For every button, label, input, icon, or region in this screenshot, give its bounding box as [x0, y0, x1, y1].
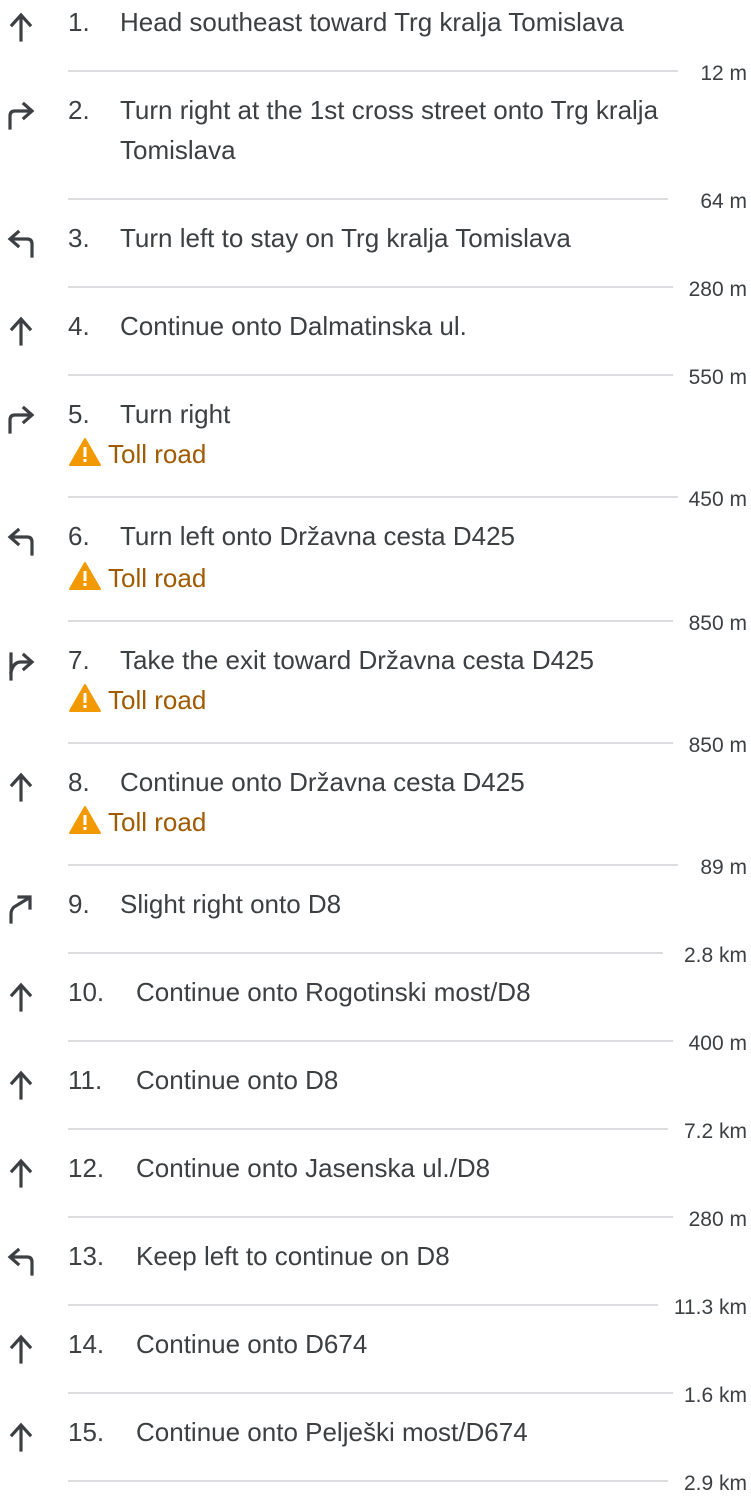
- step-divider: [68, 70, 678, 72]
- step-number: 15.: [68, 1417, 105, 1447]
- step-number: 13.: [68, 1241, 105, 1271]
- toll-road-warning: Toll road: [68, 680, 206, 720]
- step-divider: [68, 1392, 673, 1394]
- step-number: 10.: [68, 977, 105, 1007]
- step-number: 14.: [68, 1329, 105, 1359]
- step-divider: [68, 742, 673, 744]
- toll-road-warning: Toll road: [68, 802, 206, 842]
- straight-arrow-icon: [4, 10, 38, 44]
- step-divider: [68, 864, 678, 866]
- straight-arrow-icon: [4, 1156, 38, 1190]
- slight-right-arrow-icon: [4, 892, 38, 926]
- straight-arrow-icon: [4, 770, 38, 804]
- step-number: 5.: [68, 399, 90, 429]
- step-instruction: Continue onto D674: [136, 1329, 368, 1359]
- step-distance: 850 m: [688, 734, 747, 757]
- step-distance: 1.6 km: [683, 1384, 747, 1407]
- step-distance: 64 m: [700, 190, 747, 213]
- step-distance: 12 m: [700, 62, 747, 85]
- step-distance: 2.8 km: [683, 944, 747, 967]
- toll-road-label: Toll road: [108, 563, 207, 593]
- step-instruction: Turn right: [120, 399, 231, 429]
- step-distance: 2.9 km: [683, 1472, 747, 1495]
- step-number: 7.: [68, 645, 90, 675]
- step-number: 6.: [68, 521, 90, 551]
- keep-left-arrow-icon: [4, 1244, 38, 1278]
- toll-road-warning: Toll road: [68, 558, 206, 598]
- step-distance: 450 m: [688, 488, 747, 511]
- turn-left-arrow-icon: [4, 524, 38, 558]
- step-number: 4.: [68, 311, 90, 341]
- exit-right-arrow-icon: [4, 648, 38, 682]
- toll-road-label: Toll road: [108, 807, 207, 837]
- straight-arrow-icon: [4, 314, 38, 348]
- step-distance: 550 m: [688, 366, 747, 389]
- step-instruction: Continue onto Jasenska ul./D8: [136, 1153, 491, 1183]
- step-instruction: Keep left to continue on D8: [136, 1241, 450, 1271]
- step-number: 8.: [68, 767, 90, 797]
- toll-road-warning: Toll road: [68, 434, 206, 474]
- step-distance: 89 m: [700, 856, 747, 879]
- step-distance: 280 m: [688, 278, 747, 301]
- straight-arrow-icon: [4, 1068, 38, 1102]
- step-distance: 280 m: [688, 1208, 747, 1231]
- directions-step-list: 1. Head southeast toward Trg kralja Tomis…: [0, 0, 751, 1495]
- step-divider: [68, 620, 673, 622]
- turn-left-arrow-icon: [4, 226, 38, 260]
- step-instruction: Continue onto Dalmatinska ul.: [120, 311, 467, 341]
- step-distance: 400 m: [688, 1032, 747, 1055]
- step-instruction: Turn left to stay on Trg kralja Tomislav…: [120, 223, 571, 253]
- step-instruction: Turn left onto Državna cesta D425: [120, 521, 516, 551]
- step-instruction: Slight right onto D8: [120, 889, 342, 919]
- step-instruction: Continue onto D8: [136, 1065, 339, 1095]
- step-number: 2.: [68, 95, 90, 125]
- toll-road-label: Toll road: [108, 685, 207, 715]
- step-distance: 850 m: [688, 612, 747, 635]
- straight-arrow-icon: [4, 1332, 38, 1366]
- step-divider: [68, 374, 673, 376]
- step-instruction: Head southeast toward Trg kralja Tomisla…: [120, 7, 624, 37]
- step-instruction: Continue onto Državna cesta D425: [120, 767, 525, 797]
- step-divider: [68, 1480, 668, 1482]
- step-instruction: Turn right at the 1st cross street onto …: [120, 95, 659, 165]
- step-divider: [68, 1304, 658, 1306]
- straight-arrow-icon: [4, 980, 38, 1014]
- step-divider: [68, 952, 663, 954]
- step-instruction: Take the exit toward Državna cesta D425: [120, 645, 595, 675]
- step-divider: [68, 198, 668, 200]
- straight-arrow-icon: [4, 1420, 38, 1454]
- step-divider: [68, 1040, 673, 1042]
- step-number: 11.: [68, 1065, 103, 1095]
- step-number: 3.: [68, 223, 90, 253]
- step-number: 9.: [68, 889, 90, 919]
- step-divider: [68, 1216, 673, 1218]
- turn-right-arrow-icon: [4, 98, 38, 132]
- warning-icon: [69, 684, 101, 712]
- warning-icon: [69, 806, 101, 834]
- toll-road-label: Toll road: [108, 439, 207, 469]
- step-divider: [68, 496, 678, 498]
- turn-right-arrow-icon: [4, 402, 38, 436]
- step-number: 12.: [68, 1153, 105, 1183]
- step-divider: [68, 1128, 668, 1130]
- warning-icon: [69, 562, 101, 590]
- step-distance: 7.2 km: [683, 1120, 747, 1143]
- step-instruction: Continue onto Pelješki most/D674: [136, 1417, 528, 1447]
- step-instruction: Continue onto Rogotinski most/D8: [136, 977, 531, 1007]
- warning-icon: [69, 438, 101, 466]
- step-number: 1.: [68, 7, 90, 37]
- step-distance: 11.3 km: [673, 1296, 747, 1319]
- step-divider: [68, 286, 673, 288]
